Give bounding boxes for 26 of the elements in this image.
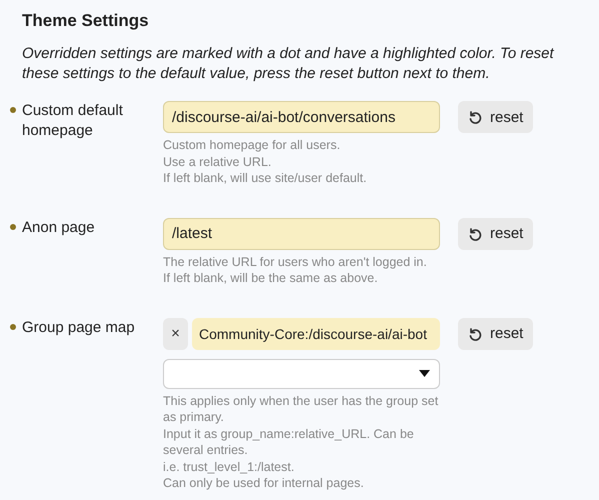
text-field[interactable]: /discourse-ai/ai-bot/conversations (163, 101, 440, 133)
undo-icon (468, 226, 482, 240)
help-text: Custom homepage for all users. (163, 137, 342, 154)
dropdown-field[interactable] (163, 358, 440, 388)
undo-icon (468, 326, 482, 340)
setting-label: Anon page (22, 218, 95, 238)
setting-label: Group page map (22, 318, 135, 338)
help-text: Input it as group_name:relative_URL. Can be several entries. (163, 426, 415, 458)
undo-icon (468, 110, 482, 124)
caret-icon (419, 370, 430, 377)
help-text: If left blank, will use site/user default. (163, 170, 368, 186)
help-text: This applies only when the user has the group set as primary. (163, 392, 440, 426)
description-text: Overridden settings are marked with a dot and have a highlighted color. To reset these settings to the default value, press the reset button next to them. (22, 44, 556, 84)
help-text: Use a relative URL. (163, 154, 272, 170)
remove-button[interactable]: × (163, 318, 188, 350)
list-value[interactable]: Community-Core:/discourse-ai/ai-bot (192, 318, 440, 350)
section-title: Theme Settings (22, 10, 150, 32)
reset-button[interactable]: reset (458, 101, 534, 133)
help-text: The relative URL for users who aren't logged in. (163, 254, 428, 270)
reset-button[interactable]: reset (458, 318, 534, 350)
text-field[interactable]: /latest (163, 218, 440, 250)
reset-button[interactable]: reset (458, 218, 534, 250)
help-text: If left blank, will be the same as above. (163, 270, 379, 286)
help-text: Can only be used for internal pages. (163, 475, 365, 492)
help-text: i.e. trust_level_1:/latest. (163, 458, 296, 475)
setting-label: Custom default homepage (22, 101, 124, 141)
